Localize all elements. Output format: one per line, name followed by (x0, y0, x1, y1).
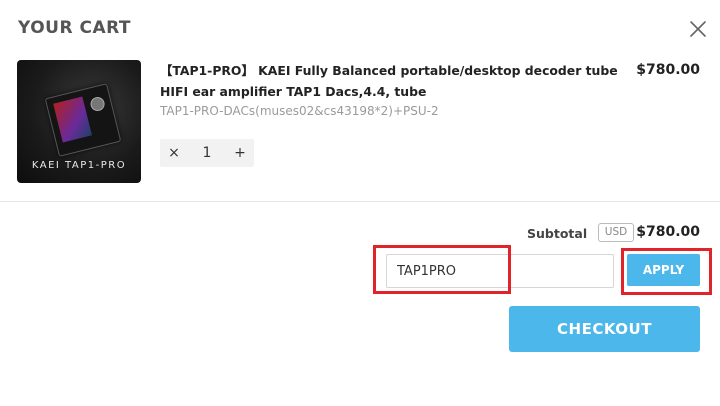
product-image-caption: KAEI TAP1-PRO (31, 160, 127, 171)
product-image[interactable]: KAEI TAP1-PRO (17, 60, 141, 183)
close-icon (690, 21, 706, 37)
cart-title: YOUR CART (18, 18, 132, 38)
device-illustration (44, 83, 122, 157)
quantity-decrease-button[interactable]: × (160, 145, 188, 161)
subtotal-value: $780.00 (636, 224, 700, 240)
apply-button[interactable]: APPLY (627, 254, 700, 286)
discount-code-input[interactable] (386, 254, 614, 288)
divider (0, 201, 720, 202)
quantity-increase-button[interactable]: + (226, 145, 254, 161)
quantity-value: 1 (202, 145, 212, 161)
currency-badge: USD (598, 223, 634, 242)
item-price: $780.00 (636, 62, 700, 78)
quantity-stepper: × 1 + (160, 139, 254, 167)
subtotal-label: Subtotal (527, 226, 588, 241)
close-button[interactable] (688, 19, 708, 39)
product-title[interactable]: 【TAP1-PRO】 KAEI Fully Balanced portable/… (160, 60, 620, 102)
checkout-button[interactable]: CHECKOUT (509, 306, 700, 352)
product-variant: TAP1-PRO-DACs(muses02&cs43198*2)+PSU-2 (160, 104, 439, 118)
